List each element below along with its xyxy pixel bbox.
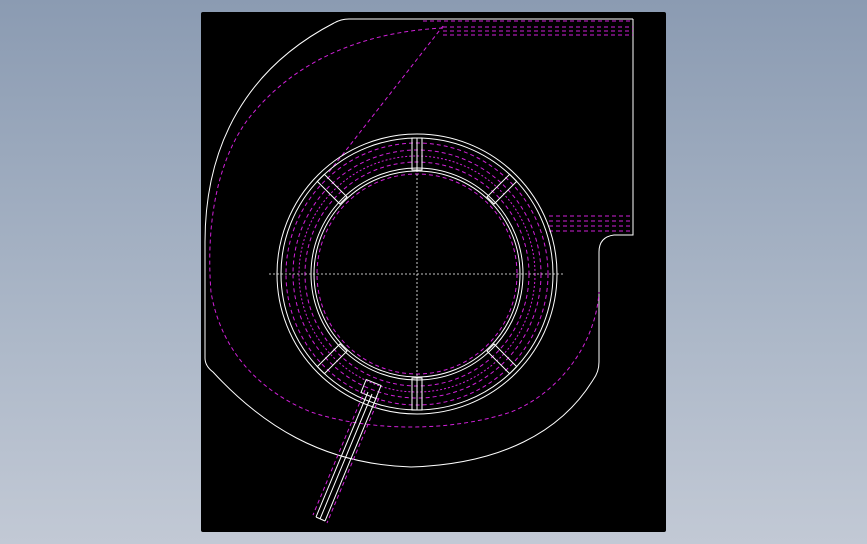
outlet-duct-hidden-lines-bottom (549, 215, 633, 232)
cad-viewport[interactable] (201, 12, 666, 532)
volute-hidden-scroll (209, 27, 600, 428)
centerlines (269, 158, 565, 390)
outlet-duct-hidden-lines-top (423, 20, 633, 36)
support-rod (312, 378, 382, 524)
volute-housing-outline (204, 18, 634, 468)
cad-drawing (204, 18, 634, 524)
